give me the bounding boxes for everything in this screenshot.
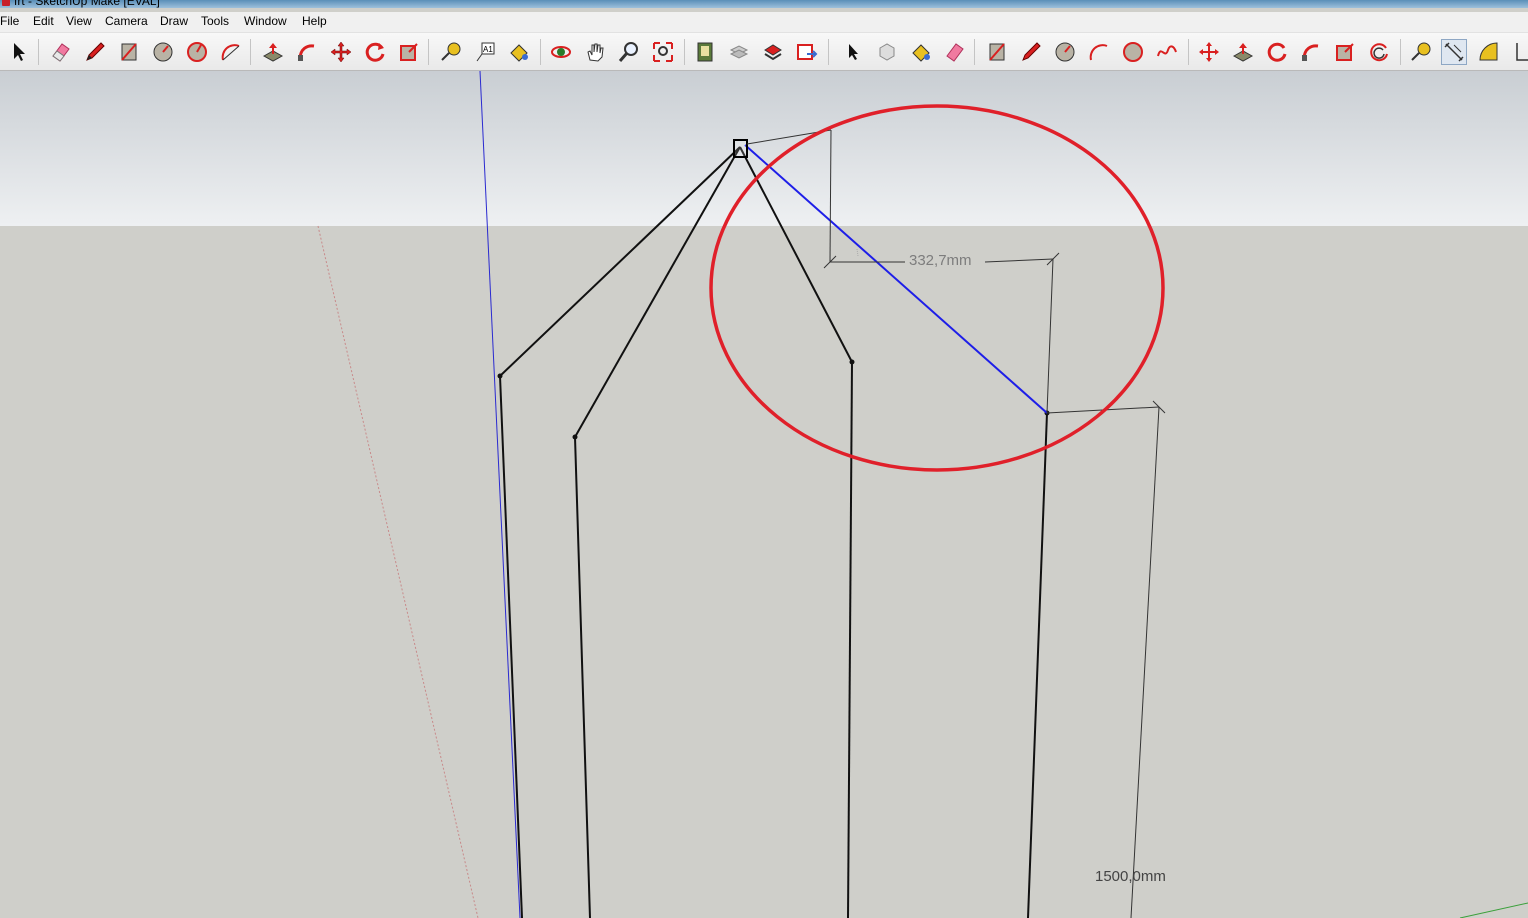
move-icon[interactable] <box>328 39 354 65</box>
arc-icon[interactable] <box>218 39 244 65</box>
select-icon[interactable] <box>840 39 866 65</box>
push-pull-icon[interactable] <box>260 39 286 65</box>
toolbar: A1 <box>0 33 1528 71</box>
eraser-icon[interactable] <box>48 39 74 65</box>
paint-bucket-icon[interactable] <box>908 39 934 65</box>
make-component-icon[interactable] <box>874 39 900 65</box>
arc-icon[interactable] <box>1086 39 1112 65</box>
dimension-label-top[interactable]: 332,7mm <box>909 252 972 269</box>
toolbar-separator <box>1188 39 1189 65</box>
circle-icon[interactable] <box>1052 39 1078 65</box>
protractor-icon[interactable] <box>1476 39 1502 65</box>
menu-tools[interactable]: Tools <box>201 14 229 28</box>
polygon-icon[interactable] <box>1120 39 1146 65</box>
toolbar-separator <box>250 39 251 65</box>
move-icon[interactable] <box>1196 39 1222 65</box>
toolbar-separator <box>828 39 829 65</box>
rectangle-icon[interactable] <box>116 39 142 65</box>
rotate-icon[interactable] <box>362 39 388 65</box>
zoom-icon[interactable] <box>616 39 642 65</box>
eraser-icon[interactable] <box>942 39 968 65</box>
toolbar-separator <box>684 39 685 65</box>
push-pull-icon[interactable] <box>1230 39 1256 65</box>
line-icon[interactable] <box>1018 39 1044 65</box>
rotate-icon[interactable] <box>1264 39 1290 65</box>
scale-icon[interactable] <box>396 39 422 65</box>
endpoint-marker <box>733 139 748 158</box>
scale-icon[interactable] <box>1332 39 1358 65</box>
menu-window[interactable]: Window <box>244 14 287 28</box>
axes-icon[interactable] <box>1510 39 1528 65</box>
components-icon[interactable] <box>760 39 786 65</box>
pencil-icon[interactable] <box>82 39 108 65</box>
menu-help[interactable]: Help <box>302 14 327 28</box>
title-bar: frt - SketchUp Make [EVAL] <box>0 0 1528 8</box>
menu-draw[interactable]: Draw <box>160 14 188 28</box>
model-viewport[interactable]: 332,7mm 1500,0mm <box>0 71 1528 918</box>
select-icon[interactable] <box>6 39 32 65</box>
circle-icon[interactable] <box>150 39 176 65</box>
follow-me-icon[interactable] <box>1298 39 1324 65</box>
menu-file[interactable]: File <box>0 14 19 28</box>
text-icon[interactable]: A1 <box>472 39 498 65</box>
menu-edit[interactable]: Edit <box>33 14 54 28</box>
get-models-icon[interactable] <box>692 39 718 65</box>
export-icon[interactable] <box>794 39 820 65</box>
svg-text:A1: A1 <box>483 45 493 54</box>
share-model-icon[interactable] <box>726 39 752 65</box>
menu-bar: File Edit View Camera Draw Tools Window … <box>0 12 1528 33</box>
orbit-icon[interactable] <box>548 39 574 65</box>
rectangle-icon[interactable] <box>984 39 1010 65</box>
offset-icon[interactable] <box>1366 39 1392 65</box>
toolbar-separator <box>428 39 429 65</box>
window-title: frt - SketchUp Make [EVAL] <box>14 0 160 8</box>
dimension-label-bottom[interactable]: 1500,0mm <box>1095 868 1166 885</box>
scene-canvas[interactable] <box>0 71 1528 918</box>
toolbar-separator <box>540 39 541 65</box>
ground <box>0 226 1528 918</box>
dimension-icon[interactable] <box>1441 39 1467 65</box>
toolbar-separator <box>38 39 39 65</box>
tape-measure-icon[interactable] <box>1408 39 1434 65</box>
tape-measure-icon[interactable] <box>438 39 464 65</box>
freehand-icon[interactable] <box>1154 39 1180 65</box>
polygon-icon[interactable] <box>184 39 210 65</box>
paint-bucket-icon[interactable] <box>506 39 532 65</box>
sky <box>0 71 1528 226</box>
toolbar-separator <box>1400 39 1401 65</box>
zoom-extents-icon[interactable] <box>650 39 676 65</box>
menu-camera[interactable]: Camera <box>105 14 148 28</box>
menu-view[interactable]: View <box>66 14 92 28</box>
toolbar-separator <box>974 39 975 65</box>
sketchup-logo-icon <box>2 0 10 6</box>
follow-me-icon[interactable] <box>294 39 320 65</box>
pan-icon[interactable] <box>582 39 608 65</box>
